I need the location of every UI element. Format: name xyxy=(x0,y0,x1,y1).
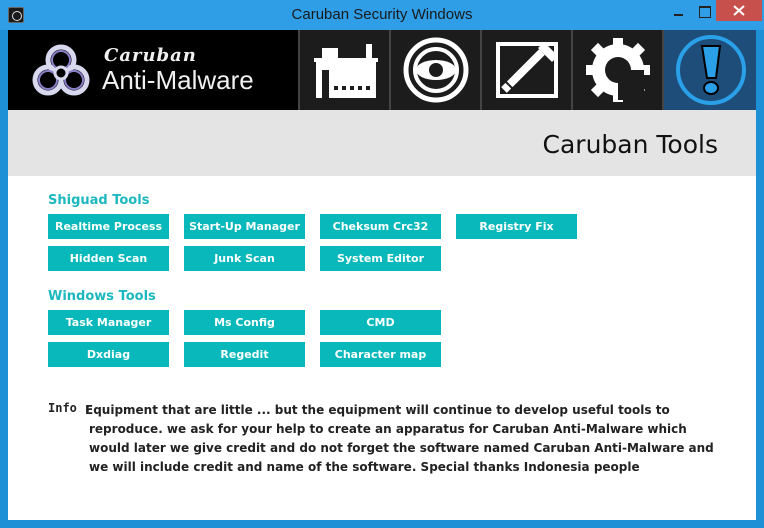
logo-brand: Caruban xyxy=(104,45,197,66)
header: Caruban Anti-Malware xyxy=(8,30,756,110)
realtime-process-button[interactable]: Realtime Process xyxy=(48,214,169,239)
logo-product: Anti-Malware xyxy=(102,65,254,95)
section-title-shiguad: Shiguad Tools xyxy=(48,193,150,208)
page-banner: Caruban Tools xyxy=(8,110,756,176)
eye-target-icon xyxy=(403,37,469,103)
gear-icon xyxy=(586,38,650,102)
exclamation-icon xyxy=(676,35,746,105)
character-map-button[interactable]: Character map xyxy=(320,342,441,367)
task-manager-button[interactable]: Task Manager xyxy=(48,310,169,335)
building-icon xyxy=(314,44,378,98)
regedit-button[interactable]: Regedit xyxy=(184,342,305,367)
info-text: Equipment that are little ... but the eq… xyxy=(85,403,714,474)
system-editor-button[interactable]: System Editor xyxy=(320,246,441,271)
hidden-scan-button[interactable]: Hidden Scan xyxy=(48,246,169,271)
nav-tab-about[interactable] xyxy=(662,30,756,110)
main-content: Shiguad Tools Realtime Process Start-Up … xyxy=(8,176,756,520)
title-bar[interactable]: Caruban Security Windows xyxy=(0,0,764,30)
window-title: Caruban Security Windows xyxy=(291,6,473,23)
biohazard-logo-icon xyxy=(32,44,90,96)
nav-tab-tools[interactable] xyxy=(480,30,571,110)
minimize-button[interactable] xyxy=(665,0,691,22)
nav-tab-scan[interactable] xyxy=(389,30,480,110)
dxdiag-button[interactable]: Dxdiag xyxy=(48,342,169,367)
checksum-crc32-button[interactable]: Cheksum Crc32 xyxy=(320,214,441,239)
maximize-button[interactable] xyxy=(691,0,717,22)
registry-fix-button[interactable]: Registry Fix xyxy=(456,214,577,239)
nav-tab-settings[interactable] xyxy=(571,30,662,110)
startup-manager-button[interactable]: Start-Up Manager xyxy=(184,214,305,239)
page-title: Caruban Tools xyxy=(542,130,718,159)
tools-icon xyxy=(496,42,558,98)
junk-scan-button[interactable]: Junk Scan xyxy=(184,246,305,271)
section-title-windows: Windows Tools xyxy=(48,289,156,304)
nav-tab-building[interactable] xyxy=(298,30,389,110)
app-window: Caruban Security Windows Caruban Anti-Ma… xyxy=(0,0,764,528)
ms-config-button[interactable]: Ms Config xyxy=(184,310,305,335)
close-icon xyxy=(733,5,745,16)
logo: Caruban Anti-Malware xyxy=(8,30,296,110)
close-button[interactable] xyxy=(716,0,762,21)
cmd-button[interactable]: CMD xyxy=(320,310,441,335)
